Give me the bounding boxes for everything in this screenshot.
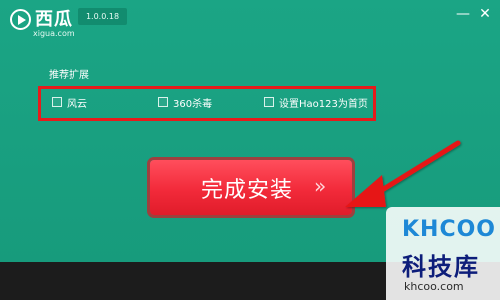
watermark-url: khcoo.com (404, 280, 464, 293)
watermark-khcoo: KHCOO 科技库 khcoo.com (386, 207, 500, 300)
watermark-name-cn: 科技库 (402, 253, 480, 281)
watermark-logo: KHCOO (402, 217, 497, 242)
